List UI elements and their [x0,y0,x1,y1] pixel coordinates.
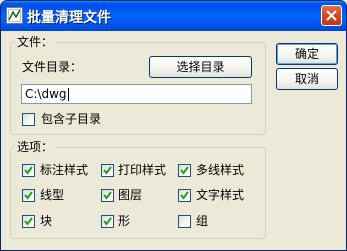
ok-button[interactable]: 确定 [276,43,338,65]
option-label[interactable]: 文字样式 [196,187,244,203]
option-checkbox[interactable] [101,189,114,202]
title-bar[interactable]: 批量清理文件 [1,1,346,31]
directory-label: 文件目录： [22,60,83,74]
option-checkbox[interactable] [22,189,35,202]
option-checkbox[interactable] [178,189,191,202]
check-mark-icon [103,217,112,226]
option-checkbox[interactable] [178,164,191,177]
option-label[interactable]: 形 [118,213,130,229]
directory-path-value: C:\dwg [25,87,67,101]
option-label[interactable]: 组 [196,213,208,229]
option-label[interactable]: 多线样式 [196,162,244,178]
select-directory-button[interactable]: 选择目录 [149,56,252,78]
check-mark-icon [24,166,33,175]
check-mark-icon [24,191,33,200]
option-label[interactable]: 图层 [118,187,142,203]
option-label[interactable]: 打印样式 [118,162,166,178]
window-title: 批量清理文件 [27,10,111,26]
option-checkbox[interactable] [22,164,35,177]
check-mark-icon [180,166,189,175]
check-mark-icon [180,191,189,200]
include-subdirs-checkbox[interactable] [22,113,35,126]
dialog-window: 批量清理文件 文件： 文件目录： 选择目录 C:\dwg 包含子目录 选项： 标… [0,0,347,251]
files-group-title: 文件： [14,34,57,50]
options-group-title: 选项： [14,139,57,155]
include-subdirs-label[interactable]: 包含子目录 [41,111,101,127]
option-label[interactable]: 标注样式 [40,162,88,178]
option-checkbox[interactable] [101,215,114,228]
close-icon [326,10,337,21]
cancel-button[interactable]: 取消 [276,68,338,90]
check-mark-icon [24,217,33,226]
directory-path-field[interactable]: C:\dwg [21,84,252,104]
app-icon [6,7,23,24]
text-caret [67,88,69,101]
close-button[interactable] [321,5,342,26]
check-mark-icon [103,191,112,200]
option-checkbox[interactable] [178,215,191,228]
option-checkbox[interactable] [22,215,35,228]
check-mark-icon [103,166,112,175]
option-label[interactable]: 块 [40,213,52,229]
option-checkbox[interactable] [101,164,114,177]
option-label[interactable]: 线型 [40,187,64,203]
